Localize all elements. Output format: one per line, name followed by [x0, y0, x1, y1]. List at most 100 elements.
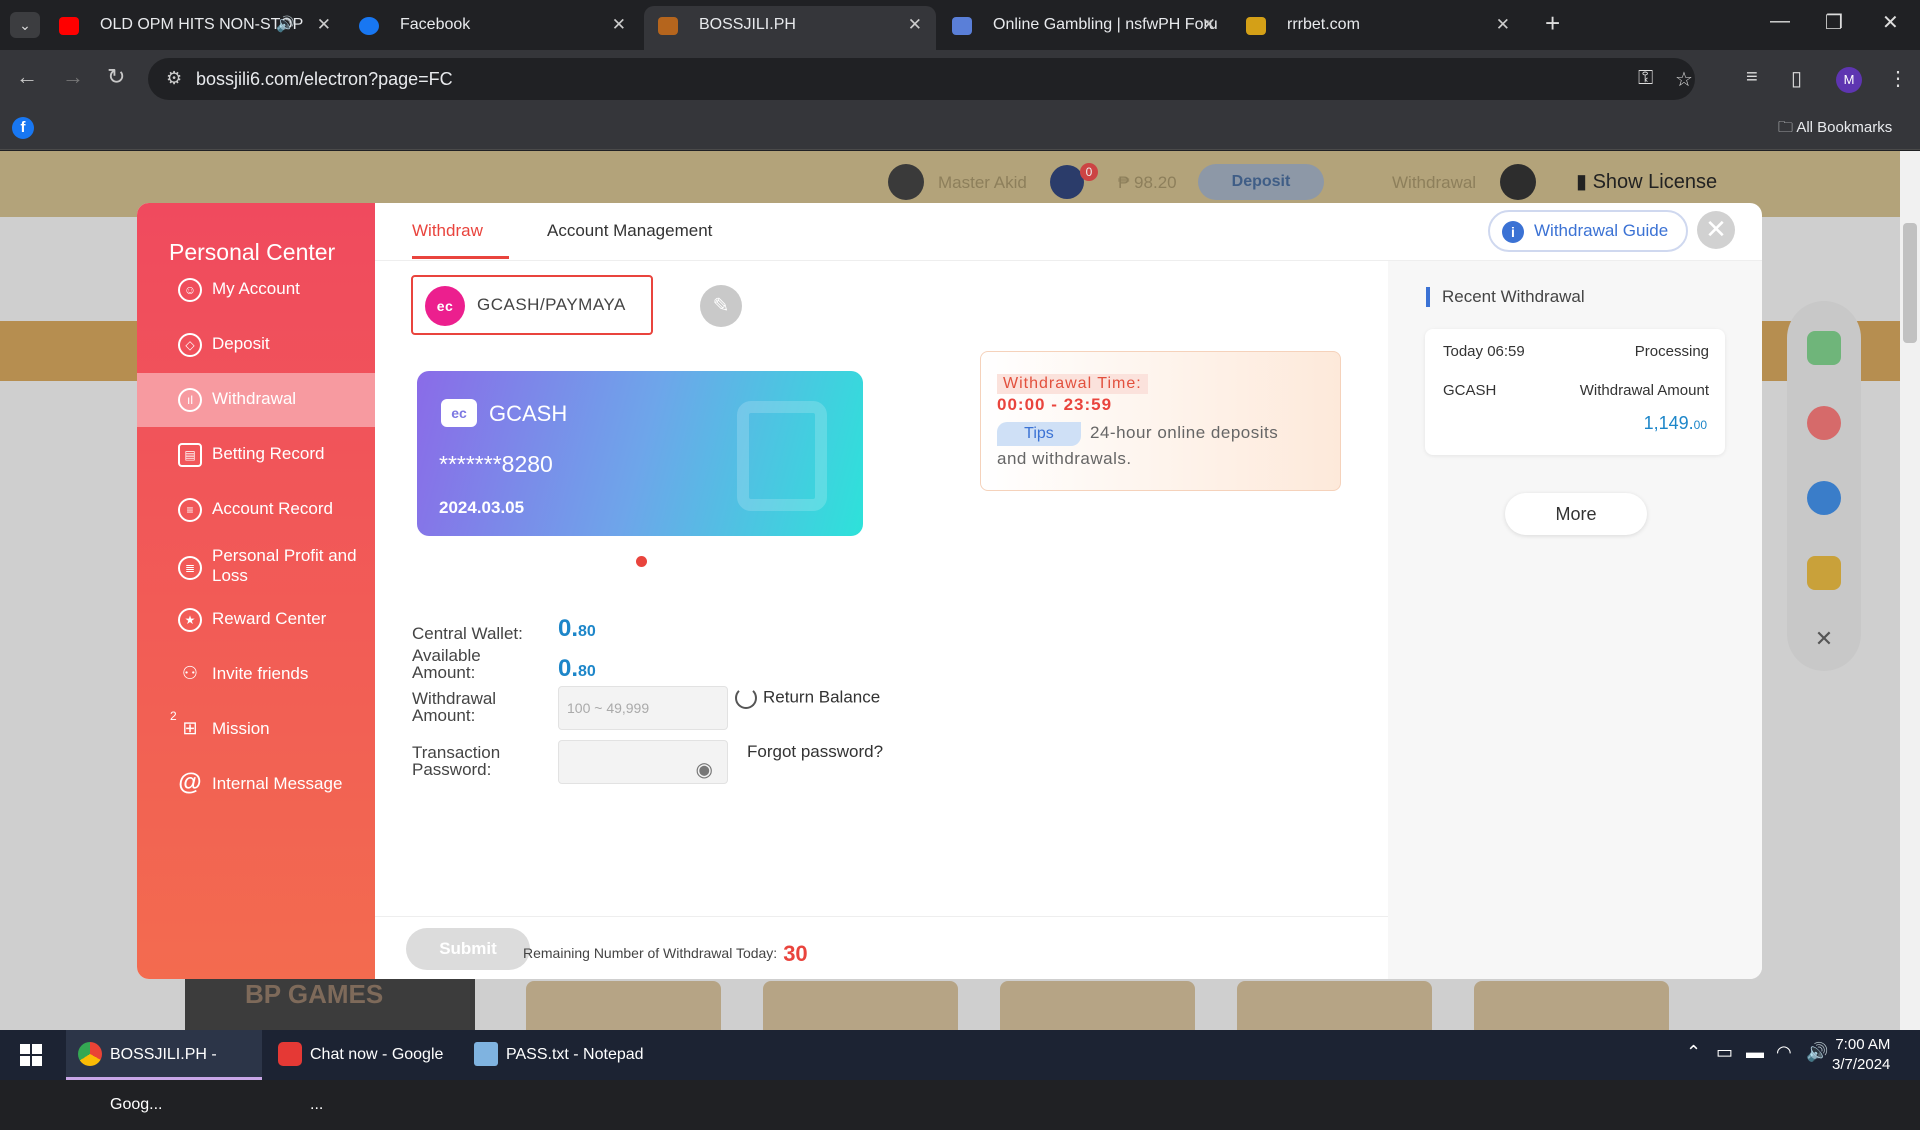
withdrawal-amount-label: Withdrawal: [412, 689, 497, 708]
site-info-icon[interactable]: ⚙: [166, 68, 182, 89]
forward-icon[interactable]: →: [62, 64, 84, 90]
transaction-password-label: Transaction: [412, 743, 501, 762]
remaining-withdrawals: Remaining Number of Withdrawal Today: 30: [523, 941, 808, 967]
sidebar-title: Personal Center: [169, 239, 336, 265]
sidebar-item-internal-message[interactable]: @ Internal Message: [137, 758, 375, 812]
tab-withdraw[interactable]: Withdraw: [412, 221, 483, 241]
sidebar-item-withdrawal[interactable]: ıl Withdrawal: [137, 373, 375, 427]
taskbar-clock[interactable]: 7:00 AM 3/7/2024: [1832, 1035, 1890, 1075]
taskbar-chat[interactable]: Chat now - Google ...: [266, 1030, 458, 1113]
profile-avatar[interactable]: M: [1836, 67, 1862, 93]
key-icon[interactable]: ⚿: [1638, 67, 1653, 90]
meet-icon[interactable]: ▭: [1716, 1042, 1733, 1063]
taskbar-chrome[interactable]: BOSSJILI.PH - Goog...: [66, 1030, 262, 1113]
chevron-up-icon[interactable]: ⌃: [1686, 1042, 1701, 1063]
gift-icon[interactable]: [1807, 556, 1841, 590]
download-icon[interactable]: [1807, 481, 1841, 515]
url-text[interactable]: bossjili6.com/electron?page=FC: [196, 69, 453, 90]
sidebar-item-betting-record[interactable]: ▤ Betting Record: [137, 428, 375, 482]
withdrawal-guide-button[interactable]: i Withdrawal Guide: [1488, 210, 1688, 252]
more-menu-icon[interactable]: ⋮: [1888, 66, 1908, 91]
sidebar-item-my-account[interactable]: ☺ My Account: [137, 263, 375, 317]
media-icon[interactable]: ≡: [1746, 66, 1758, 89]
sidebar-item-mission[interactable]: 2 ⊞ Mission: [137, 703, 375, 757]
scrollbar-thumb[interactable]: [1903, 223, 1917, 343]
payment-method-gcash-paymaya[interactable]: ec GCASH/PAYMAYA: [411, 275, 653, 335]
new-tab-button[interactable]: +: [1545, 8, 1560, 39]
sidebar-item-profit-loss[interactable]: ≣ Personal Profit and Loss: [137, 538, 375, 598]
sidebar-item-account-record[interactable]: ≡ Account Record: [137, 483, 375, 537]
user-avatar-icon[interactable]: [888, 164, 924, 200]
transaction-password-input[interactable]: ◉: [558, 740, 728, 784]
sidebar-item-invite-friends[interactable]: ⚇ Invite friends: [137, 648, 375, 702]
back-icon[interactable]: ←: [16, 64, 38, 90]
chart-icon: ıl: [178, 388, 202, 412]
available-amount-dec: 80: [578, 663, 596, 680]
megaphone-icon[interactable]: [1807, 331, 1841, 365]
more-button[interactable]: More: [1505, 493, 1647, 535]
wifi-icon[interactable]: ◠: [1776, 1042, 1792, 1063]
side-panel-icon[interactable]: ▯: [1791, 66, 1802, 91]
all-bookmarks[interactable]: 🗀 All Bookmarks: [1778, 117, 1892, 142]
return-balance-button[interactable]: Return Balance: [735, 687, 880, 709]
recent-withdrawal-card[interactable]: Today 06:59 Processing GCASH Withdrawal …: [1425, 329, 1725, 455]
sidebar-item-deposit[interactable]: ◇ Deposit: [137, 318, 375, 372]
carousel-dot[interactable]: [636, 556, 647, 567]
tab-title: OLD OPM HITS NON-STOP: [100, 16, 304, 33]
withdrawal-amount-input[interactable]: 100 ~ 49,999: [558, 686, 728, 730]
close-float-icon[interactable]: ✕: [1807, 626, 1841, 660]
tab-title: BOSSJILI.PH: [699, 16, 796, 33]
close-tab-icon[interactable]: ✕: [1496, 6, 1510, 44]
minimize-icon[interactable]: —: [1770, 10, 1790, 33]
payment-method-label: GCASH/PAYMAYA: [477, 295, 626, 314]
game-card: [1000, 981, 1195, 1030]
central-wallet-value: 0.80: [558, 615, 596, 643]
bp-games-tile: BP GAMES: [185, 971, 475, 1030]
tab-title: Facebook: [400, 16, 471, 33]
header-deposit-button[interactable]: Deposit: [1198, 164, 1324, 200]
edit-pencil-button[interactable]: ✎: [700, 285, 742, 327]
star-icon[interactable]: ☆: [1675, 67, 1693, 92]
restore-icon[interactable]: ❐: [1825, 10, 1843, 35]
close-modal-button[interactable]: ✕: [1697, 211, 1735, 249]
close-tab-icon[interactable]: ✕: [908, 6, 922, 44]
header-withdrawal-link[interactable]: Withdrawal: [1392, 173, 1476, 193]
speaker-icon[interactable]: 🔊: [276, 6, 295, 44]
diamond-icon: ◇: [178, 333, 202, 357]
facebook-bookmark-icon[interactable]: f: [12, 117, 34, 139]
tab-youtube[interactable]: OLD OPM HITS NON-STOP 🔊 ✕: [45, 6, 345, 50]
tab-nsfwph[interactable]: Online Gambling | nsfwPH Foru ✕: [938, 6, 1230, 50]
rrrbet-icon: [1246, 17, 1266, 35]
floating-sidebar: ✕: [1787, 301, 1861, 671]
close-tab-icon[interactable]: ✕: [317, 6, 331, 44]
support-24-icon[interactable]: [1807, 406, 1841, 440]
facebook-icon: [359, 17, 379, 35]
withdrawal-amount-dec: 00: [1693, 418, 1707, 432]
omnibox[interactable]: ⚙ bossjili6.com/electron?page=FC ⚿ ☆: [148, 58, 1695, 100]
tab-facebook[interactable]: Facebook ✕: [345, 6, 640, 50]
power-icon[interactable]: [1500, 164, 1536, 200]
battery-icon[interactable]: ▬: [1746, 1042, 1764, 1063]
page-scrollbar[interactable]: [1900, 151, 1920, 1030]
reload-icon[interactable]: ↻: [107, 64, 125, 90]
windows-start-icon[interactable]: [20, 1044, 42, 1066]
tab-bossjili[interactable]: BOSSJILI.PH ✕: [644, 6, 936, 50]
taskbar-notepad[interactable]: PASS.txt - Notepad: [462, 1030, 658, 1080]
ticket-icon: ▤: [178, 443, 202, 467]
close-tab-icon[interactable]: ✕: [612, 6, 626, 44]
mail-icon[interactable]: [1050, 165, 1084, 199]
submit-button[interactable]: Submit: [406, 928, 530, 970]
tab-rrrbet[interactable]: rrrbet.com ✕: [1232, 6, 1524, 50]
close-tab-icon[interactable]: ✕: [1202, 6, 1216, 44]
tab-search-button[interactable]: ⌄: [10, 12, 40, 38]
close-window-icon[interactable]: ✕: [1882, 10, 1899, 35]
show-license-link[interactable]: ▮ Show License: [1576, 169, 1717, 194]
sidebar-item-label: Reward Center: [212, 609, 327, 628]
volume-icon[interactable]: 🔊: [1806, 1042, 1828, 1063]
withdrawal-amount-label: Withdrawal Amount: [1579, 382, 1709, 399]
tab-account-management[interactable]: Account Management: [547, 221, 712, 241]
forgot-password-link[interactable]: Forgot password?: [747, 742, 883, 762]
gcash-card[interactable]: ec GCASH *******8280 2024.03.05: [417, 371, 863, 536]
sidebar-item-reward-center[interactable]: ★ Reward Center: [137, 593, 375, 647]
eye-hidden-icon[interactable]: ◉: [696, 749, 713, 791]
